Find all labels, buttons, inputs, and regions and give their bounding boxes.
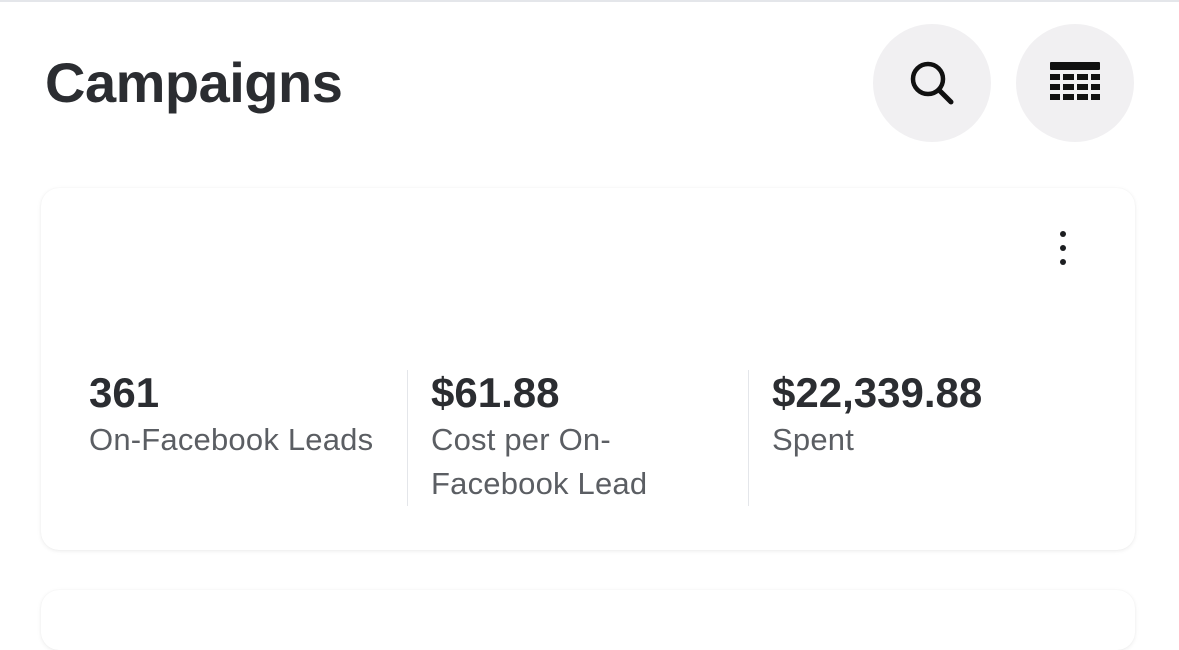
- table-columns-icon: [1050, 62, 1100, 100]
- campaign-card[interactable]: 361 On-Facebook Leads $61.88 Cost per On…: [41, 188, 1135, 550]
- metric-leads: 361 On-Facebook Leads: [89, 368, 409, 462]
- metric-label: Spent: [772, 422, 855, 457]
- more-options-button[interactable]: [1043, 218, 1083, 278]
- page-title: Campaigns: [45, 51, 343, 114]
- metric-value: $61.88: [431, 369, 560, 416]
- metric-value: 361: [89, 369, 160, 416]
- customize-columns-button[interactable]: [1016, 24, 1134, 142]
- metric-spent: $22,339.88 Spent: [772, 368, 1102, 462]
- search-button[interactable]: [873, 24, 991, 142]
- campaign-card-next[interactable]: [41, 590, 1135, 650]
- search-icon: [910, 61, 954, 105]
- metric-label: On-Facebook Leads: [89, 422, 374, 457]
- page-header: Campaigns: [0, 0, 1179, 170]
- metric-value: $22,339.88: [772, 369, 983, 416]
- metric-divider: [407, 370, 408, 506]
- more-vertical-icon-dot: [1060, 245, 1066, 251]
- metric-cost-per-lead: $61.88 Cost per On-Facebook Lead: [431, 368, 721, 506]
- metric-label: Cost per On-Facebook Lead: [431, 422, 648, 501]
- more-vertical-icon-dot: [1060, 259, 1066, 265]
- more-vertical-icon: [1060, 231, 1066, 237]
- metric-divider: [748, 370, 749, 506]
